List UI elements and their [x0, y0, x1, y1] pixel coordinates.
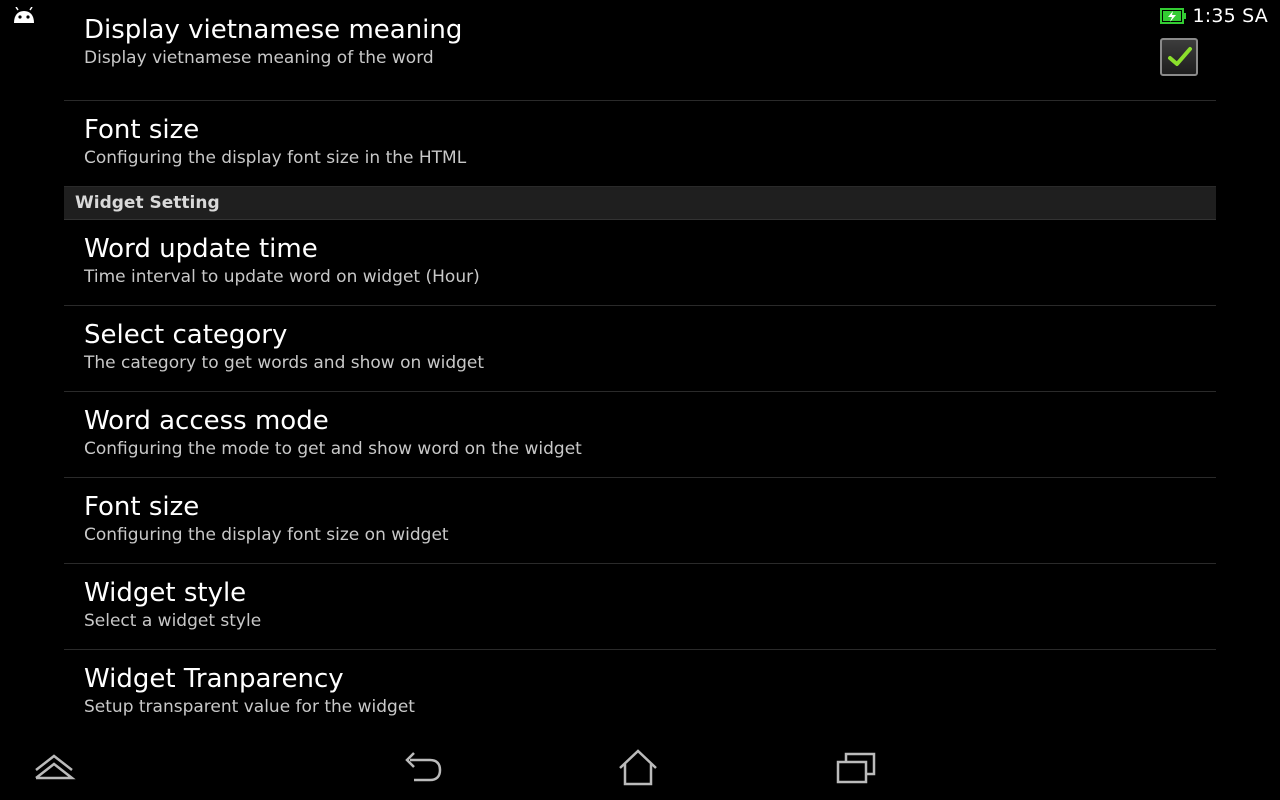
pref-display-vietnamese-meaning[interactable]: Display vietnamese meaning Display vietn…	[64, 0, 1216, 101]
pref-title: Font size	[84, 492, 200, 522]
android-icon	[12, 6, 36, 25]
pref-title: Widget Tranparency	[84, 664, 344, 694]
check-mark-icon	[1168, 47, 1192, 66]
pref-title: Word access mode	[84, 406, 329, 436]
pref-word-access-mode[interactable]: Word access mode Configuring the mode to…	[64, 392, 1216, 478]
pref-summary: Setup transparent value for the widget	[84, 697, 415, 717]
category-header-widget-setting: Widget Setting	[64, 187, 1216, 220]
pref-summary: Display vietnamese meaning of the word	[84, 48, 434, 68]
pref-title: Font size	[84, 115, 200, 145]
settings-list: Display vietnamese meaning Display vietn…	[64, 0, 1216, 736]
recent-apps-icon[interactable]	[834, 748, 878, 788]
pref-title: Word update time	[84, 234, 318, 264]
hide-keyboard-icon[interactable]	[32, 748, 76, 788]
pref-summary: The category to get words and show on wi…	[84, 353, 485, 373]
pref-title: Widget style	[84, 578, 247, 608]
pref-word-update-time[interactable]: Word update time Time interval to update…	[64, 220, 1216, 306]
pref-font-size-widget[interactable]: Font size Configuring the display font s…	[64, 478, 1216, 564]
home-icon[interactable]	[616, 748, 660, 788]
pref-title: Select category	[84, 320, 288, 350]
pref-title: Display vietnamese meaning	[84, 15, 463, 45]
pref-summary: Configuring the display font size in the…	[84, 148, 467, 168]
pref-widget-style[interactable]: Widget style Select a widget style	[64, 564, 1216, 650]
pref-summary: Time interval to update word on widget (…	[84, 267, 480, 287]
pref-font-size-html[interactable]: Font size Configuring the display font s…	[64, 101, 1216, 187]
pref-select-category[interactable]: Select category The category to get word…	[64, 306, 1216, 392]
settings-screen: 1:35 SA Display vietnamese meaning Displ…	[0, 0, 1280, 800]
navigation-bar	[0, 736, 1280, 800]
pref-summary: Configuring the display font size on wid…	[84, 525, 449, 545]
display-meaning-checkbox[interactable]	[1160, 38, 1198, 76]
pref-widget-transparency[interactable]: Widget Tranparency Setup transparent val…	[64, 650, 1216, 736]
back-icon[interactable]	[400, 748, 444, 788]
pref-summary: Select a widget style	[84, 611, 262, 631]
pref-summary: Configuring the mode to get and show wor…	[84, 439, 582, 459]
